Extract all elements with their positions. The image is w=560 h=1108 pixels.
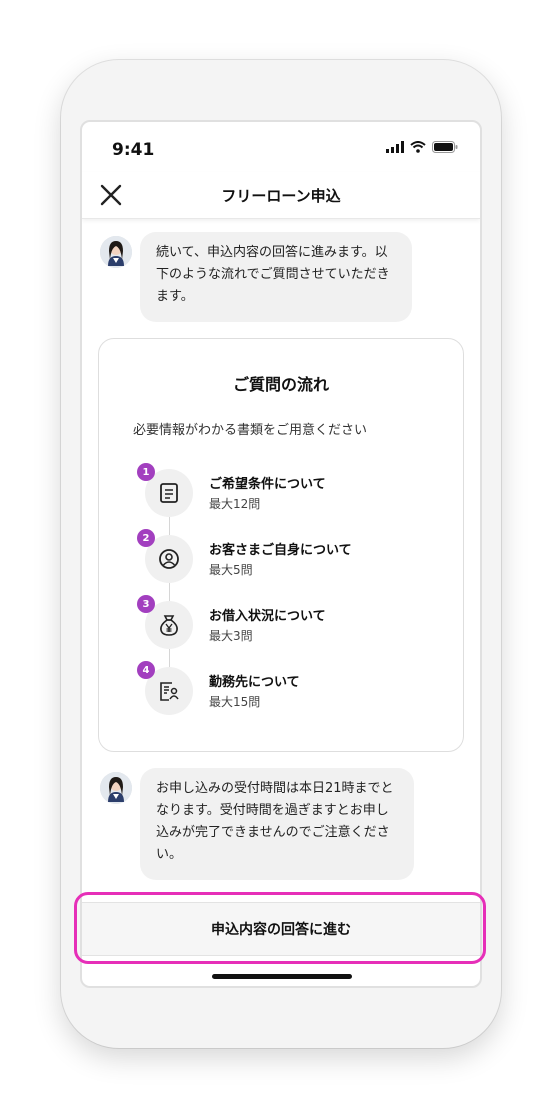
person-icon <box>159 549 179 569</box>
step-question-count: 最大15問 <box>209 695 261 709</box>
chat-bubble: 続いて、申込内容の回答に進みます。以下のような流れでご質問させていただきます。 <box>140 232 412 322</box>
step-number-badge: 3 <box>137 595 155 613</box>
battery-icon <box>432 141 458 153</box>
status-bar: 9:41 <box>82 122 480 172</box>
card-title: ご質問の流れ <box>232 375 329 394</box>
chat-bubble: お申し込みの受付時間は本日21時までとなります。受付時間を過ぎますとお申し込みが… <box>140 768 414 880</box>
status-time: 9:41 <box>112 140 155 160</box>
step-title: 勤務先について <box>209 675 300 690</box>
status-icons <box>386 141 458 153</box>
step-number-badge: 1 <box>137 463 155 481</box>
operator-avatar-icon <box>100 772 132 804</box>
wifi-icon <box>410 141 426 153</box>
app-screen: 9:41 フリーローン申込 続いて、申込内容の回答に進みます。以下のような流れで… <box>80 120 482 988</box>
avatar <box>100 772 132 804</box>
operator-avatar-icon <box>100 236 132 268</box>
employment-doc-icon <box>160 682 179 701</box>
step-number-badge: 4 <box>137 661 155 679</box>
step-question-count: 最大12問 <box>209 497 261 511</box>
nav-bar: フリーローン申込 <box>82 172 480 219</box>
step-title: お借入状況について <box>209 609 326 624</box>
document-icon <box>160 483 178 503</box>
highlight-frame <box>74 892 486 964</box>
step-question-count: 最大3問 <box>209 629 253 643</box>
step-item: 1 ご希望条件について 最大12問 <box>137 463 445 519</box>
step-item: 2 お客さまご自身について 最大5問 <box>137 529 445 585</box>
step-item: 3 お借入状況について 最大3問 <box>137 595 445 651</box>
step-title: ご希望条件について <box>209 477 326 492</box>
card-subtitle: 必要情報がわかる書類をご用意ください <box>133 423 368 438</box>
step-number-badge: 2 <box>137 529 155 547</box>
yen-bag-icon <box>160 615 178 636</box>
step-question-count: 最大5問 <box>209 563 253 577</box>
avatar <box>100 236 132 268</box>
step-item: 4 勤務先について 最大15問 <box>137 661 445 717</box>
step-title: お客さまご自身について <box>209 543 352 558</box>
home-indicator <box>212 974 352 979</box>
page-title: フリーローン申込 <box>221 187 341 205</box>
signal-icon <box>386 141 404 153</box>
question-flow-card: ご質問の流れ 必要情報がわかる書類をご用意ください 1 ご希望条件について 最大… <box>98 338 464 752</box>
